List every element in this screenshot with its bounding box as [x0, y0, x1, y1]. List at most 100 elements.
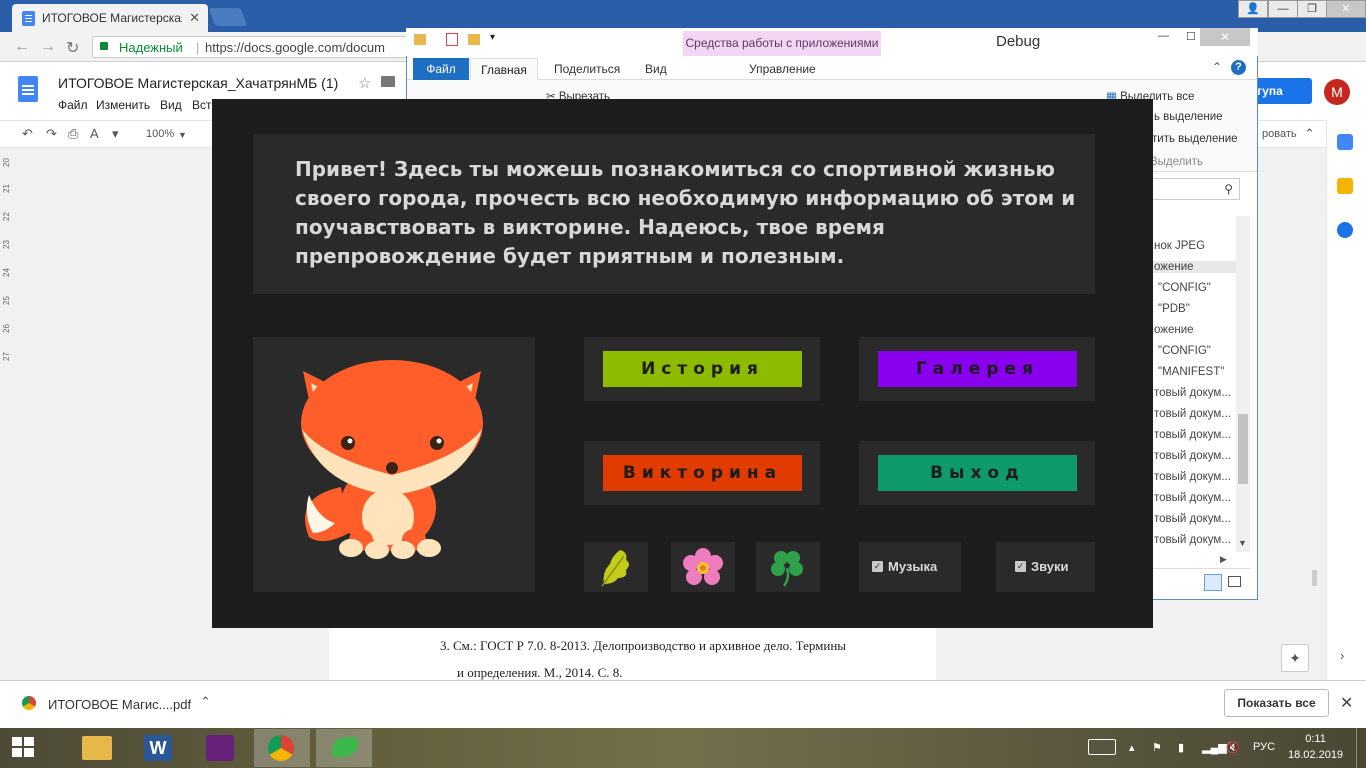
undo-icon[interactable]: ↶	[22, 126, 33, 142]
keyboard-icon[interactable]	[1088, 739, 1116, 755]
back-icon[interactable]: ←	[14, 38, 30, 56]
clock[interactable]: 0:11 18.02.2019	[1288, 731, 1343, 763]
address-bar[interactable]: Надежный | https://docs.google.com/docum	[92, 36, 412, 58]
tray-chevron-icon[interactable]: ▴	[1129, 741, 1135, 754]
explore-icon[interactable]: ✦	[1281, 644, 1309, 672]
collapse-ribbon-icon[interactable]: ⌃	[1212, 60, 1222, 74]
invert-selection-button[interactable]: тить выделение	[1152, 133, 1238, 145]
quiz-button[interactable]: Викторина	[603, 455, 802, 491]
volume-icon[interactable]: 🔇	[1226, 741, 1240, 754]
chevron-up-icon[interactable]: ⌃	[200, 694, 211, 710]
tab-file[interactable]: Файл	[413, 58, 469, 80]
menu-edit[interactable]: Изменить	[96, 98, 150, 112]
calendar-icon[interactable]	[1337, 134, 1353, 150]
qat-dropdown-icon[interactable]: ▾	[490, 32, 495, 43]
help-icon[interactable]: ?	[1231, 60, 1246, 75]
forward-icon[interactable]: →	[40, 38, 56, 56]
history-button[interactable]: История	[603, 351, 802, 387]
music-checkbox[interactable]: ✓	[872, 561, 883, 572]
paint-format-icon[interactable]: ▾	[112, 126, 119, 142]
taskbar-word[interactable]: W	[130, 729, 186, 767]
tab-manage[interactable]: Управление	[749, 62, 816, 76]
menu-file[interactable]: Файл	[58, 98, 88, 112]
clover-button[interactable]	[756, 542, 820, 592]
list-item[interactable]: нок JPEG	[1154, 240, 1205, 252]
list-item[interactable]: "PDB"	[1158, 303, 1190, 315]
taskbar-chrome[interactable]	[254, 729, 310, 767]
maximize-button[interactable]: ☐	[1186, 30, 1196, 43]
keep-icon[interactable]	[1337, 178, 1353, 194]
download-item[interactable]: ИТОГОВОЕ Магис....pdf	[48, 697, 191, 712]
list-item[interactable]: "CONFIG"	[1158, 282, 1211, 294]
music-option[interactable]: ✓ Музыка	[859, 542, 961, 592]
spellcheck-icon[interactable]: A	[90, 126, 99, 141]
show-desktop-button[interactable]	[1356, 728, 1366, 768]
reload-icon[interactable]: ↻	[66, 38, 79, 58]
network-icon[interactable]: ▂▄▆	[1202, 741, 1227, 754]
scrollbar-thumb[interactable]	[1238, 414, 1248, 484]
language-indicator[interactable]: РУС	[1253, 741, 1275, 753]
close-window-button[interactable]: ✕	[1326, 0, 1366, 18]
docs-logo-icon[interactable]	[18, 76, 38, 102]
list-item[interactable]: товый докум...	[1154, 492, 1231, 504]
flag-icon[interactable]: ⚑	[1152, 741, 1162, 754]
properties-icon[interactable]	[446, 33, 458, 46]
tasks-icon[interactable]	[1337, 222, 1353, 238]
list-item[interactable]: "MANIFEST"	[1158, 366, 1224, 378]
sounds-checkbox[interactable]: ✓	[1015, 561, 1026, 572]
tab-home[interactable]: Главная	[470, 58, 538, 81]
chevron-right-icon[interactable]: ›	[1340, 648, 1344, 663]
new-folder-icon[interactable]	[468, 34, 480, 45]
scroll-right-icon[interactable]: ▶	[1220, 554, 1227, 565]
star-icon[interactable]: ☆	[358, 74, 371, 92]
redo-icon[interactable]: ↷	[46, 126, 57, 142]
maximize-button[interactable]: ❐	[1297, 0, 1327, 18]
print-icon[interactable]: ⎙	[68, 126, 78, 142]
taskbar-app[interactable]	[316, 729, 372, 767]
new-tab-button[interactable]	[208, 8, 248, 26]
list-item[interactable]: ожение	[1150, 261, 1236, 273]
exit-button[interactable]: Выход	[878, 455, 1077, 491]
list-item[interactable]: товый докум...	[1154, 471, 1231, 483]
docs-scrollbar-thumb[interactable]	[1312, 570, 1317, 586]
list-item[interactable]: товый докум...	[1154, 429, 1231, 441]
start-button[interactable]	[12, 737, 36, 759]
show-all-button[interactable]: Показать все	[1224, 689, 1329, 717]
taskbar-visual-studio[interactable]	[192, 729, 248, 767]
avatar[interactable]: М	[1324, 79, 1350, 105]
minimize-button[interactable]: —	[1158, 30, 1169, 42]
list-item[interactable]: товый докум...	[1154, 450, 1231, 462]
editing-mode-label[interactable]: ровать	[1262, 128, 1297, 140]
gallery-button[interactable]: Галерея	[878, 351, 1077, 387]
vertical-scrollbar[interactable]	[1236, 216, 1250, 552]
list-item[interactable]: товый докум...	[1154, 408, 1231, 420]
tab-close-icon[interactable]: ✕	[189, 10, 200, 26]
list-item[interactable]: товый докум...	[1154, 534, 1231, 546]
scroll-down-icon[interactable]: ▼	[1238, 538, 1247, 548]
zoom-select[interactable]: 100%	[146, 128, 174, 140]
details-view-icon[interactable]	[1204, 574, 1222, 591]
close-icon[interactable]: ✕	[1340, 693, 1353, 713]
document-title[interactable]: ИТОГОВОЕ Магистерская_ХачатрянМБ (1)	[58, 75, 338, 91]
tiles-view-icon[interactable]	[1228, 576, 1241, 587]
menu-view[interactable]: Вид	[160, 98, 182, 112]
share-button[interactable]: тупа	[1252, 78, 1312, 104]
tab-view[interactable]: Вид	[645, 62, 667, 76]
close-window-button[interactable]: ✕	[1200, 28, 1250, 46]
list-item[interactable]: товый докум...	[1154, 387, 1231, 399]
leaf-button[interactable]	[584, 542, 648, 592]
sounds-option[interactable]: ✓ Звуки	[996, 542, 1095, 592]
user-icon[interactable]: 👤	[1238, 0, 1268, 18]
browser-tab[interactable]: ИТОГОВОЕ Магистерская ✕	[12, 4, 208, 32]
list-item[interactable]: "CONFIG"	[1158, 345, 1211, 357]
flower-button[interactable]	[671, 542, 735, 592]
battery-icon[interactable]: ▮	[1178, 741, 1184, 754]
list-item[interactable]: ожение	[1154, 324, 1194, 336]
taskbar-explorer[interactable]	[70, 729, 126, 767]
menu-insert[interactable]: Вст	[192, 98, 212, 112]
search-input[interactable]: ⚲	[1152, 178, 1240, 200]
collapse-icon[interactable]: ⌃	[1304, 126, 1315, 142]
tab-share[interactable]: Поделиться	[554, 62, 620, 76]
list-item[interactable]: товый докум...	[1154, 513, 1231, 525]
minimize-button[interactable]: —	[1268, 0, 1298, 18]
